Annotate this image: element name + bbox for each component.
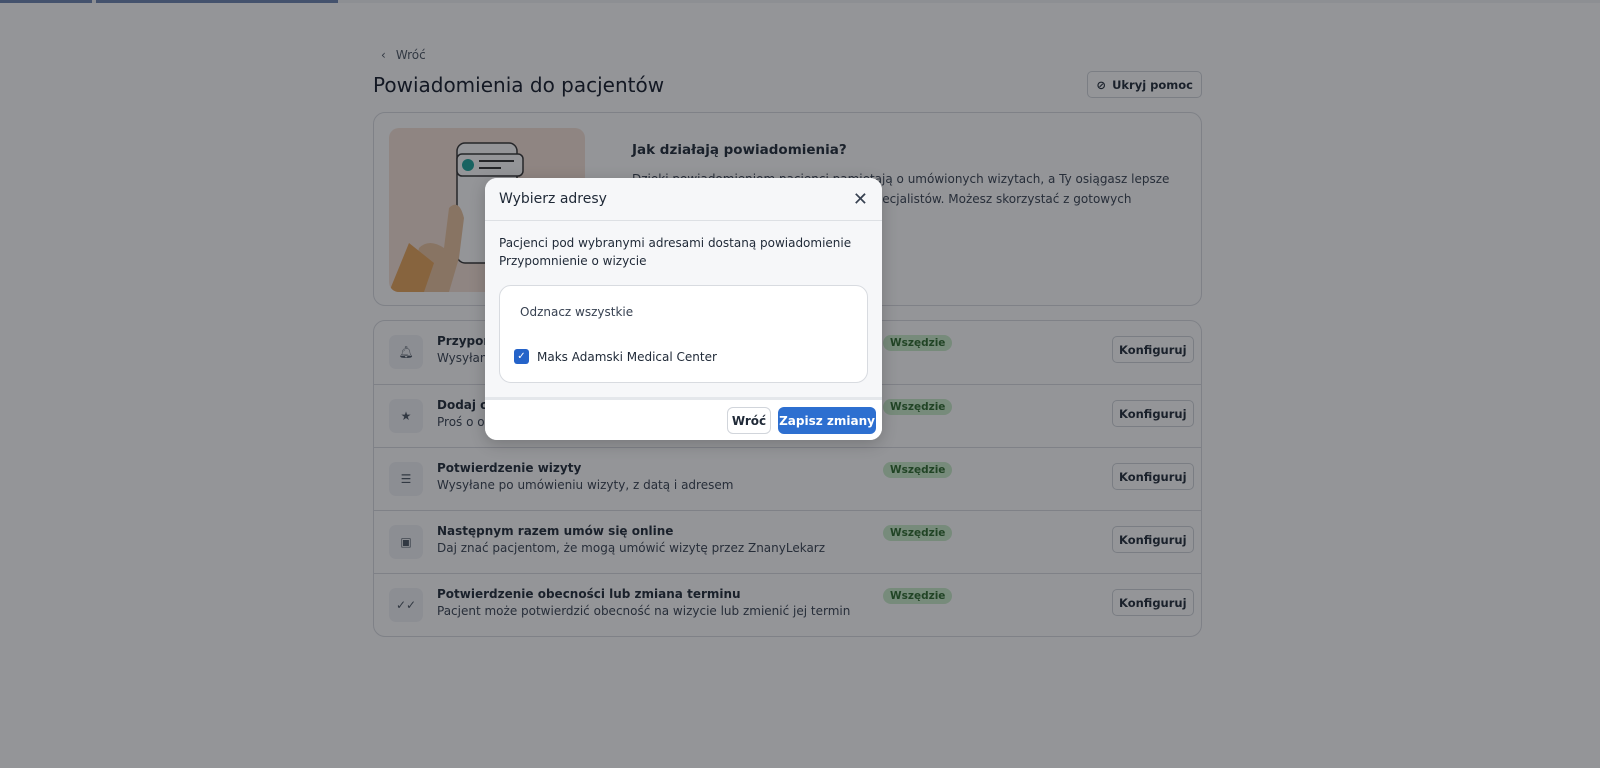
address-box: Odznacz wszystkie ✓ Maks Adamski Medical … — [499, 285, 868, 383]
close-icon[interactable]: ✕ — [853, 189, 868, 210]
save-changes-button[interactable]: Zapisz zmiany — [778, 407, 876, 434]
checkbox-checked-icon[interactable]: ✓ — [514, 349, 529, 364]
select-addresses-modal: Wybierz adresy ✕ Pacjenci pod wybranymi a… — [485, 178, 882, 440]
modal-title: Wybierz adresy — [499, 191, 607, 207]
address-label: Maks Adamski Medical Center — [537, 349, 717, 364]
modal-footer: Wróć Zapisz zmiany — [485, 397, 882, 440]
address-checkbox-row[interactable]: ✓ Maks Adamski Medical Center — [514, 349, 717, 364]
modal-body: Pacjenci pod wybranymi adresami dostaną … — [485, 221, 882, 397]
unselect-all-link[interactable]: Odznacz wszystkie — [520, 305, 633, 319]
back-button[interactable]: Wróć — [727, 407, 771, 434]
modal-description: Pacjenci pod wybranymi adresami dostaną … — [499, 236, 852, 268]
modal-header: Wybierz adresy ✕ — [485, 178, 882, 221]
